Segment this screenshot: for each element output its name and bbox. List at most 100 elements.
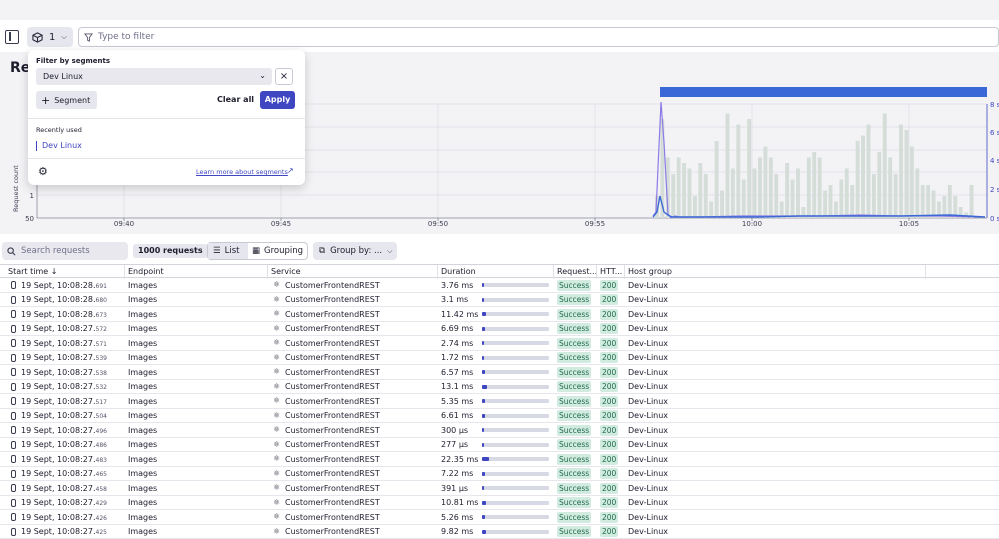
service-cell[interactable]: CustomerFrontendREST [285, 353, 380, 362]
endpoint-cell[interactable]: Images [128, 353, 157, 362]
service-cell[interactable]: CustomerFrontendREST [285, 426, 380, 435]
table-row[interactable]: 19 Sept, 10:08:27.486 Images ⚛ CustomerFron… [0, 438, 999, 452]
grouping-view-button[interactable]: ▦ Grouping [248, 243, 303, 259]
service-icon: ⚛ [273, 468, 281, 478]
service-cell[interactable]: CustomerFrontendREST [285, 368, 380, 377]
column-host-group[interactable]: Host group [628, 267, 672, 276]
column-duration[interactable]: Duration [441, 267, 476, 276]
segment-select[interactable]: Dev Linux ⌄ [36, 68, 272, 85]
request-icon [11, 513, 16, 521]
service-cell[interactable]: CustomerFrontendREST [285, 498, 380, 507]
selection-range-bar[interactable] [660, 87, 987, 97]
service-cell[interactable]: CustomerFrontendREST [285, 527, 380, 536]
column-request-status[interactable]: Request... [557, 267, 597, 276]
service-cell[interactable]: CustomerFrontendREST [285, 339, 380, 348]
endpoint-cell[interactable]: Images [128, 440, 157, 449]
endpoint-cell[interactable]: Images [128, 411, 157, 420]
http-code-badge: 200 [600, 323, 619, 334]
service-cell[interactable]: CustomerFrontendREST [285, 513, 380, 522]
clear-all-button[interactable]: Clear all [217, 95, 254, 104]
table-controls: Search requests 1000 requests ☰ List ▦ G… [0, 242, 999, 260]
list-view-button[interactable]: ☰ List [208, 243, 248, 259]
filter-input[interactable]: Type to filter [78, 27, 999, 47]
service-cell[interactable]: CustomerFrontendREST [285, 469, 380, 478]
endpoint-cell[interactable]: Images [128, 484, 157, 493]
start-time-cell: 19 Sept, 10:08:27.465 [21, 469, 107, 478]
status-badge: Success [557, 323, 592, 334]
column-http-status[interactable]: HTT... [600, 267, 622, 276]
sidebar-toggle-icon[interactable] [5, 30, 19, 44]
add-segment-button[interactable]: + Segment [36, 91, 97, 109]
table-row[interactable]: 19 Sept, 10:08:27.517 Images ⚛ CustomerFron… [0, 394, 999, 409]
table-row[interactable]: 19 Sept, 10:08:27.504 Images ⚛ CustomerFron… [0, 409, 999, 423]
table-row[interactable]: 19 Sept, 10:08:28.673 Images ⚛ CustomerFron… [0, 307, 999, 322]
endpoint-cell[interactable]: Images [128, 281, 157, 290]
gear-icon[interactable]: ⚙ [38, 166, 48, 177]
endpoint-cell[interactable]: Images [128, 368, 157, 377]
table-row[interactable]: 19 Sept, 10:08:27.532 Images ⚛ CustomerFron… [0, 380, 999, 394]
endpoint-cell[interactable]: Images [128, 455, 157, 464]
endpoint-cell[interactable]: Images [128, 498, 157, 507]
group-by-dropdown[interactable]: ⧉ Group by: ... ⌵ [313, 242, 397, 260]
table-row[interactable]: 19 Sept, 10:08:27.425 Images ⚛ CustomerFron… [0, 525, 999, 539]
table-row[interactable]: 19 Sept, 10:08:27.572 Images ⚛ CustomerFron… [0, 322, 999, 336]
service-cell[interactable]: CustomerFrontendREST [285, 295, 380, 304]
host-group-cell: Dev-Linux [628, 527, 669, 536]
service-cell[interactable]: CustomerFrontendREST [285, 382, 380, 391]
service-cell[interactable]: CustomerFrontendREST [285, 411, 380, 420]
endpoint-cell[interactable]: Images [128, 469, 157, 478]
segment-selector-button[interactable]: 1 ⌵ [27, 27, 73, 47]
table-row[interactable]: 19 Sept, 10:08:27.458 Images ⚛ CustomerFron… [0, 481, 999, 496]
endpoint-cell[interactable]: Images [128, 513, 157, 522]
table-row[interactable]: 19 Sept, 10:08:27.465 Images ⚛ CustomerFron… [0, 467, 999, 481]
apply-button[interactable]: Apply [260, 91, 295, 109]
duration-cell: 6.57 ms [441, 367, 474, 377]
table-row[interactable]: 19 Sept, 10:08:28.691 Images ⚛ CustomerFron… [0, 278, 999, 293]
chart-bar [796, 168, 800, 218]
service-cell[interactable]: CustomerFrontendREST [285, 324, 380, 333]
endpoint-cell[interactable]: Images [128, 527, 157, 536]
duration-cell: 7.22 ms [441, 469, 474, 478]
request-icon [11, 426, 16, 434]
cube-icon [32, 31, 43, 43]
chart-bar [785, 163, 790, 218]
top-strip [0, 0, 999, 20]
host-group-cell: Dev-Linux [628, 483, 669, 493]
service-cell[interactable]: CustomerFrontendREST [285, 484, 380, 493]
service-cell[interactable]: CustomerFrontendREST [285, 310, 380, 319]
duration-cell: 2.74 ms [441, 338, 474, 348]
learn-more-link[interactable]: Learn more about segments [196, 168, 288, 176]
endpoint-cell[interactable]: Images [128, 295, 157, 304]
table-row[interactable]: 19 Sept, 10:08:27.571 Images ⚛ CustomerFron… [0, 336, 999, 351]
duration-cell: 10.81 ms [441, 498, 479, 507]
remove-segment-button[interactable]: × [275, 68, 293, 85]
endpoint-cell[interactable]: Images [128, 339, 157, 348]
table-row[interactable]: 19 Sept, 10:08:27.429 Images ⚛ CustomerFron… [0, 496, 999, 510]
endpoint-cell[interactable]: Images [128, 324, 157, 333]
endpoint-cell[interactable]: Images [128, 397, 157, 406]
segment-count: 1 [49, 31, 56, 43]
search-input[interactable]: Search requests [2, 242, 128, 260]
service-cell[interactable]: CustomerFrontendREST [285, 397, 380, 406]
table-row[interactable]: 19 Sept, 10:08:28.680 Images ⚛ CustomerFron… [0, 293, 999, 307]
table-row[interactable]: 19 Sept, 10:08:27.426 Images ⚛ CustomerFron… [0, 510, 999, 525]
table-row[interactable]: 19 Sept, 10:08:27.538 Images ⚛ CustomerFron… [0, 365, 999, 380]
host-group-cell: Dev-Linux [628, 396, 669, 406]
duration-cell: 391 μs [441, 483, 469, 493]
duration-bar [482, 326, 549, 331]
duration-bar-fill [482, 413, 485, 418]
table-row[interactable]: 19 Sept, 10:08:27.539 Images ⚛ CustomerFron… [0, 351, 999, 365]
table-row[interactable]: 19 Sept, 10:08:27.483 Images ⚛ CustomerFron… [0, 452, 999, 467]
service-cell[interactable]: CustomerFrontendREST [285, 440, 380, 449]
table-row[interactable]: 19 Sept, 10:08:27.496 Images ⚛ CustomerFron… [0, 423, 999, 438]
column-endpoint[interactable]: Endpoint [128, 267, 164, 276]
recent-segment-item[interactable]: Dev Linux [36, 141, 82, 151]
column-service[interactable]: Service [271, 267, 301, 276]
service-cell[interactable]: CustomerFrontendREST [285, 455, 380, 464]
endpoint-cell[interactable]: Images [128, 426, 157, 435]
endpoint-cell[interactable]: Images [128, 310, 157, 319]
service-cell[interactable]: CustomerFrontendREST [285, 281, 380, 290]
endpoint-cell[interactable]: Images [128, 382, 157, 391]
column-start-time[interactable]: Start time ↓ [8, 267, 57, 276]
request-count-badge: 1000 requests [133, 244, 208, 258]
